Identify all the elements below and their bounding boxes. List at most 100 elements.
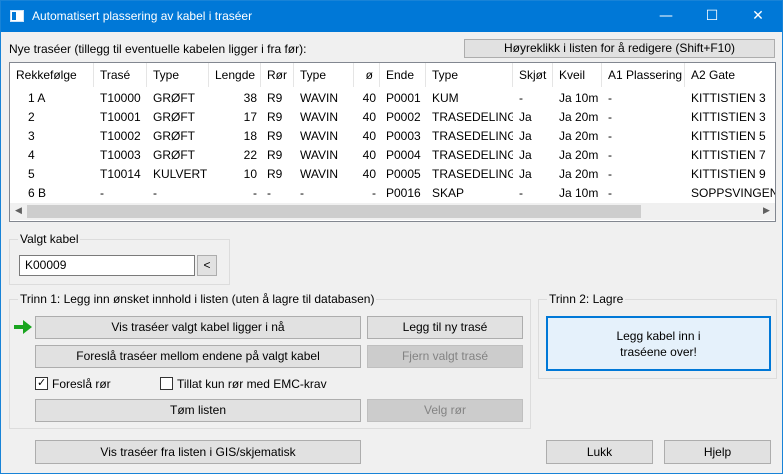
remove-route-button[interactable]: Fjern valgt trasé — [367, 345, 523, 368]
column-header[interactable]: Kveil — [553, 63, 602, 87]
table-row[interactable]: 1 A T10000 GRØFT 38 R9 WAVIN 40 P0001 KUM - Ja 10m… — [10, 89, 775, 108]
column-header[interactable]: Rekkefølge — [10, 63, 94, 87]
table-cell: 40 — [362, 110, 376, 124]
table-cell: R9 — [267, 167, 283, 181]
table-row[interactable]: 5 T10014 KULVERT 10 R9 WAVIN 40 P0005 TRASEDELIN… — [10, 165, 775, 184]
table-cell: SOPPSVINGEN 9 — [691, 186, 776, 200]
close-button[interactable]: Lukk — [546, 440, 653, 464]
table-cell: SKAP — [432, 186, 465, 200]
table-cell: P0003 — [386, 129, 421, 143]
table-cell: R9 — [267, 110, 283, 124]
minimize-button[interactable]: — — [643, 1, 689, 32]
suggest-pipes-label: Foreslå rør — [52, 377, 111, 391]
table-cell: 40 — [362, 91, 376, 105]
table-cell: P0001 — [386, 91, 421, 105]
suggest-routes-button[interactable]: Foreslå traséer mellom endene på valgt k… — [35, 345, 361, 368]
horizontal-scrollbar[interactable]: ◀ ▶ — [10, 203, 775, 220]
cable-id-field[interactable]: K00009 — [19, 255, 195, 276]
main-window: Automatisert plassering av kabel i trasé… — [0, 0, 783, 474]
scroll-left-icon[interactable]: ◀ — [10, 203, 27, 220]
column-header[interactable]: Trasé — [94, 63, 147, 87]
table-cell: Ja — [519, 129, 532, 143]
table-cell: - — [153, 186, 157, 200]
table-cell: 10 — [243, 167, 257, 181]
table-cell: P0016 — [386, 186, 421, 200]
title-bar[interactable]: Automatisert plassering av kabel i trasé… — [1, 1, 782, 32]
table-cell: P0005 — [386, 167, 421, 181]
table-row[interactable]: 2 T10001 GRØFT 17 R9 WAVIN 40 P0002 TRASEDELING J… — [10, 108, 775, 127]
column-header[interactable]: A2 Gate — [685, 63, 775, 87]
routes-list[interactable]: Rekkefølge Trasé Type Lengde Rør Type ø Ende Typ… — [9, 62, 776, 222]
column-header[interactable]: Skjøt — [513, 63, 553, 87]
maximize-button[interactable]: ☐ — [689, 1, 735, 32]
table-cell: - — [100, 186, 104, 200]
column-header[interactable]: Type — [426, 63, 513, 87]
app-icon — [10, 10, 24, 22]
table-row[interactable]: 3 T10002 GRØFT 18 R9 WAVIN 40 P0003 TRASEDELING J… — [10, 127, 775, 146]
edit-hint-box: Høyreklikk i listen for å redigere (Shif… — [464, 39, 775, 58]
scroll-thumb[interactable] — [27, 205, 641, 218]
table-cell: Ja — [519, 148, 532, 162]
table-cell: KITTISTIEN 5 — [691, 129, 766, 143]
table-cell: KITTISTIEN 3 — [691, 110, 766, 124]
column-header[interactable]: ø — [354, 63, 380, 87]
table-cell: T10000 — [100, 91, 141, 105]
step1-title: Trinn 1: Legg inn ønsket innhold i liste… — [18, 292, 377, 306]
column-header[interactable]: Type — [147, 63, 209, 87]
table-row[interactable]: 6 B------P0016SKAP-Ja 10m-SOPPSVINGEN 9 — [10, 184, 775, 203]
table-cell: KITTISTIEN 9 — [691, 167, 766, 181]
table-cell: P0004 — [386, 148, 421, 162]
step2-title: Trinn 2: Lagre — [547, 292, 626, 306]
save-cable-button[interactable]: Legg kabel inn i traséene over! — [546, 316, 771, 371]
table-cell: 1 A — [28, 91, 46, 105]
table-cell: KITTISTIEN 7 — [691, 148, 766, 162]
table-cell: GRØFT — [153, 148, 195, 162]
column-header[interactable]: Type — [294, 63, 354, 87]
suggest-pipes-checkbox[interactable]: ✓ — [35, 376, 48, 390]
table-cell: T10003 — [100, 148, 141, 162]
pick-cable-button[interactable]: < — [197, 255, 217, 276]
table-cell: - — [608, 129, 612, 143]
table-cell: T10014 — [100, 167, 141, 181]
table-cell: - — [372, 186, 376, 200]
table-cell: Ja 20m — [559, 129, 599, 143]
table-cell: T10001 — [100, 110, 141, 124]
table-cell: Ja 20m — [559, 148, 599, 162]
save-button-line2: traséene over! — [620, 345, 697, 359]
table-cell: GRØFT — [153, 129, 195, 143]
list-header: Rekkefølge Trasé Type Lengde Rør Type ø Ende Typ… — [10, 63, 775, 87]
close-window-button[interactable]: ✕ — [735, 1, 781, 32]
table-cell: - — [267, 186, 271, 200]
scroll-right-icon[interactable]: ▶ — [758, 203, 775, 220]
help-button[interactable]: Hjelp — [664, 440, 771, 464]
column-header[interactable]: A1 Plassering — [602, 63, 685, 87]
table-cell: 17 — [243, 110, 257, 124]
table-cell: - — [253, 186, 257, 200]
column-header[interactable]: Lengde — [209, 63, 261, 87]
table-cell: - — [608, 167, 612, 181]
table-cell: - — [608, 91, 612, 105]
column-header[interactable]: Rør — [261, 63, 294, 87]
column-header[interactable]: Ende — [380, 63, 426, 87]
table-cell: WAVIN — [300, 167, 338, 181]
table-cell: 18 — [243, 129, 257, 143]
table-cell: TRASEDELING — [432, 148, 513, 162]
show-routes-button[interactable]: Vis traséer valgt kabel ligger i nå — [35, 316, 361, 339]
emc-only-label: Tillat kun rør med EMC-krav — [177, 377, 327, 391]
emc-only-checkbox[interactable] — [160, 377, 173, 390]
choose-pipe-button[interactable]: Velg rør — [367, 399, 523, 422]
add-route-button[interactable]: Legg til ny trasé — [367, 316, 523, 339]
show-in-gis-button[interactable]: Vis traséer fra listen i GIS/skjematisk — [35, 440, 361, 464]
clear-list-button[interactable]: Tøm listen — [35, 399, 361, 422]
selected-cable-title: Valgt kabel — [18, 232, 81, 246]
table-cell: 38 — [243, 91, 257, 105]
table-cell: Ja — [519, 167, 532, 181]
table-cell: TRASEDELING — [432, 110, 513, 124]
table-cell: KUM — [432, 91, 459, 105]
new-routes-label: Nye traséer (tillegg til eventuelle kabe… — [9, 42, 307, 56]
table-cell: - — [300, 186, 304, 200]
table-cell: Ja 20m — [559, 167, 599, 181]
table-cell: TRASEDELING — [432, 129, 513, 143]
checkmark-icon: ✓ — [37, 376, 47, 389]
table-row[interactable]: 4 T10003 GRØFT 22 R9 WAVIN 40 P0004 TRASEDELING J… — [10, 146, 775, 165]
